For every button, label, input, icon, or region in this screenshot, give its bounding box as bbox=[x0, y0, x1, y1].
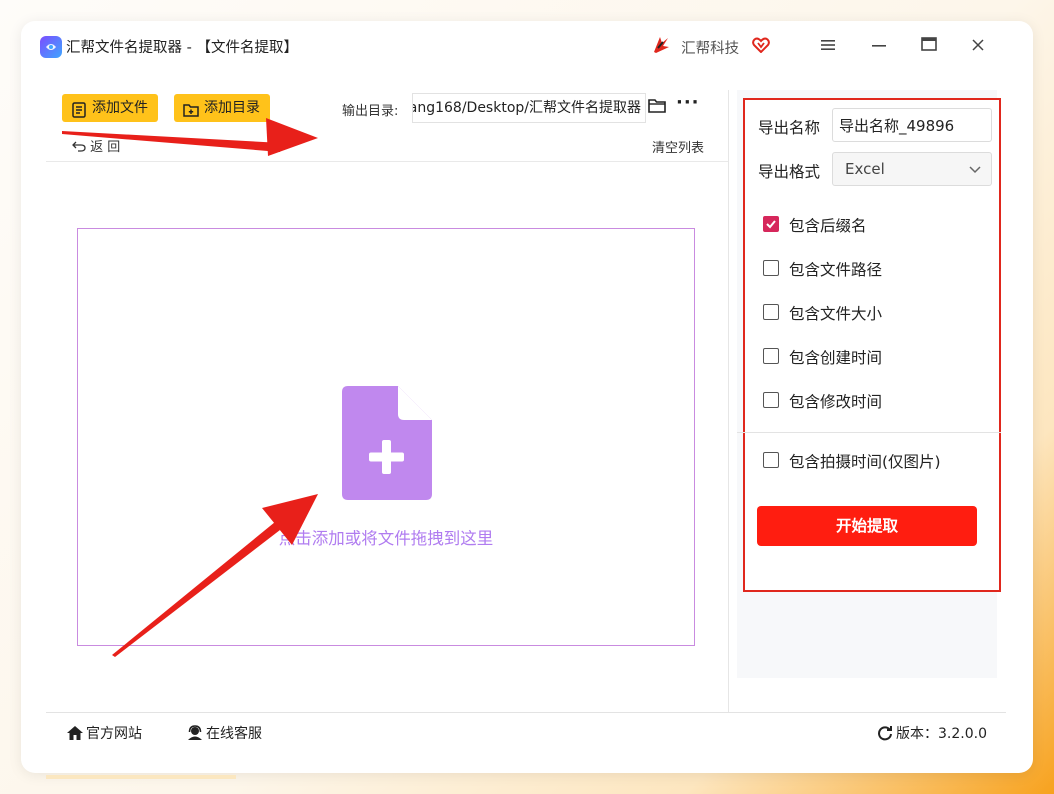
bottom-accent bbox=[46, 775, 236, 779]
export-name-input[interactable]: 导出名称_49896 bbox=[832, 108, 992, 142]
output-dir-label: 输出目录: bbox=[342, 104, 399, 119]
browse-folder-icon[interactable] bbox=[648, 98, 666, 117]
refresh-icon bbox=[878, 726, 892, 741]
export-format-label: 导出格式 bbox=[758, 163, 821, 181]
back-arrow-icon bbox=[72, 141, 86, 152]
title-bar: 汇帮文件名提取器 - 【文件名提取】 汇帮科技 bbox=[26, 22, 986, 70]
add-file-large-icon bbox=[342, 386, 432, 504]
brand-logo-icon bbox=[650, 34, 672, 60]
official-website-link[interactable]: 官方网站 bbox=[66, 723, 142, 743]
back-button[interactable]: 返 回 bbox=[72, 136, 120, 155]
brand-name: 汇帮科技 bbox=[681, 40, 740, 57]
more-options-button[interactable]: ··· bbox=[676, 92, 700, 113]
checkbox-icon[interactable] bbox=[763, 348, 779, 364]
add-file-icon bbox=[71, 100, 87, 128]
checkbox-icon[interactable] bbox=[763, 260, 779, 276]
home-icon bbox=[67, 726, 83, 740]
checkbox-icon[interactable] bbox=[763, 452, 779, 468]
checkbox-icon[interactable] bbox=[763, 392, 779, 408]
app-logo-icon bbox=[40, 36, 62, 58]
file-list-pane: 添加文件 添加目录 输出目录: ang168/Desktop/汇帮文件名提取器 … bbox=[46, 90, 729, 712]
drop-zone-hint: 点击添加或将文件拖拽到这里 bbox=[278, 529, 494, 548]
export-format-select[interactable]: Excel bbox=[832, 152, 992, 186]
version-info[interactable]: 版本：3.2.0.0 bbox=[876, 723, 987, 743]
file-drop-zone[interactable]: 点击添加或将文件拖拽到这里 bbox=[77, 228, 695, 646]
clear-list-button[interactable]: 清空列表 bbox=[652, 137, 704, 156]
app-title: 汇帮文件名提取器 - 【文件名提取】 bbox=[66, 40, 298, 56]
minimize-icon[interactable] bbox=[867, 34, 891, 58]
export-name-label: 导出名称 bbox=[758, 119, 821, 137]
checkbox-checked-icon[interactable] bbox=[763, 216, 779, 232]
output-dir-field[interactable]: ang168/Desktop/汇帮文件名提取器 bbox=[412, 93, 646, 123]
add-folder-button[interactable]: 添加目录 bbox=[174, 94, 270, 122]
toolbar-divider bbox=[46, 161, 728, 162]
support-agent-icon bbox=[188, 725, 202, 740]
start-extract-button[interactable]: 开始提取 bbox=[757, 506, 977, 546]
menu-icon[interactable] bbox=[816, 34, 840, 58]
chevron-down-icon bbox=[969, 161, 981, 179]
status-bar: 官方网站 在线客服 版本：3.2.0.0 bbox=[46, 712, 1006, 753]
vip-heart-icon[interactable] bbox=[752, 37, 771, 57]
export-settings: 导出名称 导出名称_49896 导出格式 Excel 包含后缀名 包含文件路径 … bbox=[737, 98, 1001, 592]
settings-divider bbox=[737, 432, 1001, 433]
checkbox-icon[interactable] bbox=[763, 304, 779, 320]
add-folder-icon bbox=[183, 100, 199, 128]
online-support-link[interactable]: 在线客服 bbox=[186, 723, 262, 743]
add-file-button[interactable]: 添加文件 bbox=[62, 94, 158, 122]
close-icon[interactable] bbox=[966, 34, 990, 58]
brand: 汇帮科技 bbox=[650, 34, 771, 60]
maximize-icon[interactable] bbox=[917, 34, 941, 58]
